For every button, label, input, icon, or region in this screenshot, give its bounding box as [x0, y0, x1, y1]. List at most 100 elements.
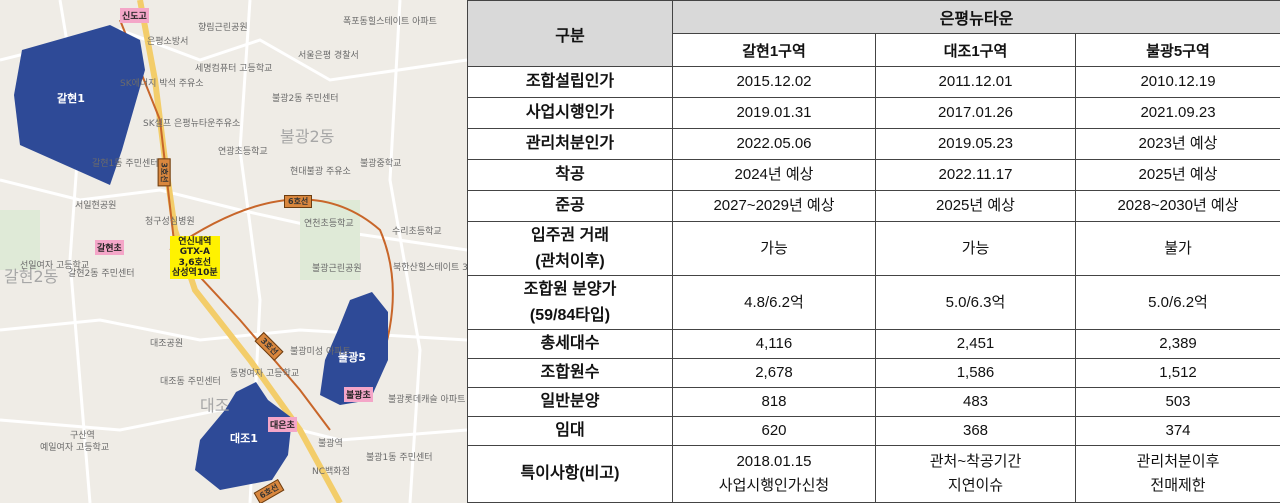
- table-cell: 2,389: [1074, 329, 1280, 360]
- place-label: 불광1동 주민센터: [366, 453, 433, 463]
- table-cell: 2,678: [672, 358, 876, 389]
- place-label: 수리초등학교: [392, 227, 442, 237]
- row-label-line: (관처이후): [535, 252, 605, 270]
- place-label: 서일현공원: [75, 201, 117, 211]
- table-row: 일반분양 818 483 503: [467, 387, 1280, 418]
- place-label: 연천초등학교: [304, 219, 354, 229]
- cell-line: 2018.01.15: [736, 453, 812, 470]
- district-label: 불광2동: [280, 127, 335, 146]
- group-header: 은평뉴타운: [671, 0, 1280, 35]
- place-label: 불광근린공원: [312, 264, 362, 274]
- place-label: 갈현1동 주민센터: [92, 159, 159, 169]
- table-row: 총세대수 4,116 2,451 2,389: [467, 329, 1280, 360]
- table-cell: 불가: [1074, 221, 1280, 277]
- place-label: 대조동 주민센터: [160, 377, 221, 387]
- row-label: 임대: [467, 416, 673, 447]
- zone-label-daejo1: 대조1: [230, 432, 258, 445]
- row-label-line: 조합원 분양가: [523, 281, 617, 299]
- school-tag: 대은초: [268, 417, 297, 432]
- school-tag: 신도고: [120, 8, 149, 23]
- row-label: 사업시행인가: [467, 97, 673, 130]
- place-label: 불광중학교: [360, 159, 402, 169]
- column-header: 갈현1구역: [672, 33, 876, 68]
- table-cell: 2024년 예상: [672, 159, 876, 192]
- table-cell: 관처~착공기간지연이슈: [875, 445, 1076, 503]
- table-row: 관리처분인가 2022.05.06 2019.05.23 2023년 예상: [467, 128, 1280, 161]
- cell-line: 사업시행인가신청: [718, 477, 830, 494]
- place-label: 향림근린공원: [198, 23, 248, 33]
- place-label: 현대불광 주유소: [290, 167, 351, 177]
- line-tag: 6호선: [284, 195, 313, 208]
- redevelopment-table: 구분 은평뉴타운 갈현1구역 대조1구역 불광5구역 조합설립인가 2015.12…: [467, 0, 1280, 503]
- place-label: 불광롯데캐슬 아파트: [388, 395, 466, 405]
- table-row: 사업시행인가 2019.01.31 2017.01.26 2021.09.23: [467, 97, 1280, 130]
- table-row: 입주권 거래 (관처이후) 가능 가능 불가: [467, 221, 1280, 277]
- place-label: 북한산힐스테이트 3차아파트: [393, 263, 467, 273]
- row-label: 조합원수: [467, 358, 673, 389]
- table-row: 조합원수 2,678 1,586 1,512: [467, 358, 1280, 389]
- table-row: 준공 2027~2029년 예상 2025년 예상 2028~2030년 예상: [467, 190, 1280, 223]
- table-cell: 가능: [672, 221, 876, 277]
- table-cell: 2018.01.15 사업시행인가신청: [672, 445, 876, 503]
- place-label: 세명컴퓨터 고등학교: [195, 64, 273, 74]
- place-label: 폭포동힐스테이트 아파트: [343, 17, 437, 27]
- table-cell: 2022.05.06: [672, 128, 876, 161]
- table-cell: 483: [875, 387, 1076, 418]
- table-cell: 5.0/6.2억: [1074, 275, 1280, 331]
- location-map: 갈현1 불광5 대조1 신도고 갈현초 불광초 대은초 연신내역 GTX-A 3…: [0, 0, 467, 503]
- table-cell: 374: [1074, 416, 1280, 447]
- table-row: 조합설립인가 2015.12.02 2011.12.01 2010.12.19: [467, 66, 1280, 99]
- place-label: 불광2동 주민센터: [272, 94, 339, 104]
- table-cell: 4,116: [672, 329, 876, 360]
- place-label: 대조공원: [150, 339, 184, 349]
- station-line: GTX-A: [179, 247, 210, 258]
- station-tag: 연신내역 GTX-A 3,6호선 삼성역10분: [170, 236, 220, 280]
- table-cell: 2028~2030년 예상: [1074, 190, 1280, 223]
- place-label: 갈현2동 주민센터: [68, 269, 135, 279]
- line-tag: 3호선: [157, 158, 171, 187]
- row-label-line: (59/84타입): [529, 306, 611, 324]
- station-note: 삼성역10분: [172, 268, 218, 279]
- school-tag: 갈현초: [95, 240, 124, 255]
- table-row: 착공 2024년 예상 2022.11.17 2025년 예상: [467, 159, 1280, 192]
- table-cell: 2027~2029년 예상: [672, 190, 876, 223]
- table-cell: 2017.01.26: [875, 97, 1076, 130]
- station-line: 3,6호선: [178, 257, 212, 268]
- table-cell: 2,451: [875, 329, 1076, 360]
- place-label: 구산역: [70, 431, 95, 441]
- place-label: 동명여자 고등학교: [230, 369, 300, 379]
- cell-line: 지연이슈: [947, 477, 1004, 494]
- table-cell: 5.0/6.3억: [875, 275, 1076, 331]
- place-label: SK에너지 박석 주유소: [120, 79, 204, 89]
- place-label: 서울은평 경찰서: [298, 51, 359, 61]
- table-cell: 2025년 예상: [1074, 159, 1280, 192]
- table-cell: 4.8/6.2억: [672, 275, 876, 331]
- station-name: 연신내역: [178, 237, 212, 247]
- column-header: 불광5구역: [1074, 33, 1280, 68]
- school-tag: 불광초: [344, 387, 373, 402]
- row-label: 관리처분인가: [467, 128, 673, 161]
- table-cell: 2022.11.17: [875, 159, 1076, 192]
- column-header: 대조1구역: [875, 33, 1076, 68]
- cell-line: 관처~착공기간: [929, 453, 1022, 470]
- table-cell: 2025년 예상: [875, 190, 1076, 223]
- row-label: 준공: [467, 190, 673, 223]
- table-cell: 2023년 예상: [1074, 128, 1280, 161]
- place-label: 청구성심병원: [145, 217, 195, 227]
- cell-line: 관리처분이후: [1136, 453, 1220, 470]
- row-label: 입주권 거래 (관처이후): [467, 221, 673, 277]
- table-row: 임대 620 368 374: [467, 416, 1280, 447]
- place-label: 불광미성 아파트: [290, 347, 351, 357]
- table-cell: 2011.12.01: [875, 66, 1076, 99]
- table-row: 특이사항(비고) 2018.01.15 사업시행인가신청 관처~착공기간 지연이슈 관리처…: [467, 445, 1280, 503]
- place-label: 불광역: [318, 439, 343, 449]
- table-cell: 503: [1074, 387, 1280, 418]
- row-label: 조합원 분양가 (59/84타입): [467, 275, 673, 331]
- row-label-line: 입주권 거래: [530, 227, 610, 245]
- row-label: 착공: [467, 159, 673, 192]
- table-cell: 가능: [875, 221, 1076, 277]
- row-label: 총세대수: [467, 329, 673, 360]
- table-cell: 818: [672, 387, 876, 418]
- table-cell: 1,512: [1074, 358, 1280, 389]
- table-cell: 2015.12.02: [672, 66, 876, 99]
